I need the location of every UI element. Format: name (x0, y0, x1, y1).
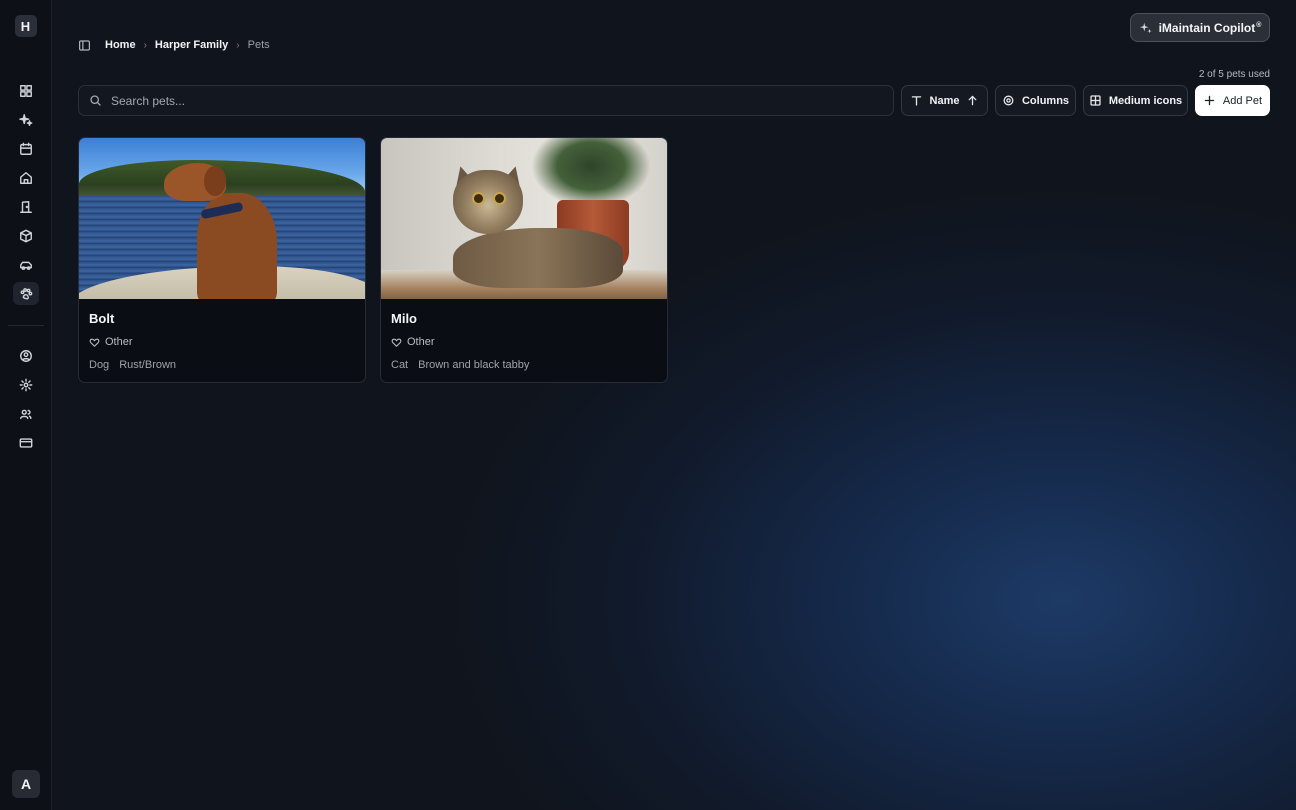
pet-card[interactable]: Bolt Other Dog Rust/Brown (78, 137, 366, 383)
pet-card-body: Milo Other Cat Brown and black tabby (381, 299, 667, 382)
pet-name: Bolt (89, 311, 115, 326)
pet-name: Milo (391, 311, 417, 326)
sidebar: H A (0, 0, 52, 810)
sidebar-toggle-button[interactable] (78, 39, 91, 52)
pet-relation: Other (89, 336, 355, 348)
search-box (78, 85, 894, 116)
sparkles-icon (1139, 22, 1152, 33)
sidebar-item-vehicles[interactable] (13, 253, 39, 276)
view-mode-button[interactable]: Medium icons (1083, 85, 1188, 116)
plus-icon (1204, 95, 1215, 106)
pet-meta: Cat Brown and black tabby (391, 359, 657, 371)
sidebar-item-settings[interactable] (13, 373, 39, 396)
car-icon (19, 261, 32, 270)
pet-species: Dog (89, 359, 110, 371)
copilot-button[interactable]: iMaintain Copilot® (1130, 13, 1270, 42)
sidebar-divider (7, 325, 44, 326)
app-logo[interactable]: H (14, 15, 37, 37)
pet-relation: Other (391, 336, 657, 348)
dashboard-grid-icon (19, 84, 32, 97)
pet-card[interactable]: Milo Other Cat Brown and black tabby (380, 137, 668, 383)
sidebar-item-billing[interactable] (13, 431, 39, 454)
box-icon (19, 229, 32, 242)
sidebar-item-copilot[interactable] (13, 108, 39, 131)
chevron-right-icon: › (143, 39, 147, 51)
pet-species: Cat (391, 359, 409, 371)
pet-color: Rust/Brown (119, 359, 177, 371)
add-pet-button[interactable]: Add Pet (1195, 85, 1270, 116)
search-input[interactable] (111, 93, 893, 108)
home-icon (19, 171, 32, 184)
user-avatar[interactable]: A (12, 770, 40, 798)
paw-icon (20, 287, 32, 300)
calendar-icon (19, 142, 32, 155)
chevron-right-icon: › (236, 39, 240, 51)
sidebar-item-members[interactable] (13, 402, 39, 425)
sidebar-item-rooms[interactable] (13, 195, 39, 218)
arrow-up-icon (969, 95, 977, 106)
breadcrumb: Home › Harper Family › Pets (78, 38, 270, 52)
heart-icon (391, 338, 402, 347)
door-icon (19, 200, 32, 213)
credit-card-icon (19, 437, 32, 448)
sort-by-name-button[interactable]: Name (901, 85, 988, 116)
pet-photo-cat (381, 138, 667, 299)
pet-card-body: Bolt Other Dog Rust/Brown (79, 299, 365, 382)
pet-photo-dog (79, 138, 365, 299)
sidebar-item-profile[interactable] (13, 344, 39, 367)
panel-left-icon (79, 39, 90, 51)
pet-meta: Dog Rust/Brown (89, 359, 355, 371)
users-icon (19, 409, 32, 419)
sidebar-item-calendar[interactable] (13, 137, 39, 160)
columns-button[interactable]: Columns (995, 85, 1076, 116)
sidebar-secondary-nav (13, 344, 39, 454)
sparkles-icon (18, 113, 32, 126)
sidebar-item-home[interactable] (13, 166, 39, 189)
breadcrumb-family[interactable]: Harper Family (155, 39, 228, 51)
gear-icon (1003, 95, 1014, 106)
copilot-label: iMaintain Copilot® (1158, 20, 1262, 35)
grid-icon (1090, 95, 1101, 106)
user-circle-icon (19, 349, 32, 362)
breadcrumb-current: Pets (247, 39, 270, 51)
sidebar-item-items[interactable] (13, 224, 39, 247)
sidebar-primary-nav (12, 79, 39, 305)
search-icon (90, 95, 101, 106)
pet-usage-count: 2 of 5 pets used (1198, 69, 1270, 80)
heart-icon (89, 338, 100, 347)
gear-icon (19, 378, 32, 391)
pet-color: Brown and black tabby (418, 359, 530, 371)
sidebar-item-dashboard[interactable] (13, 79, 39, 102)
sidebar-item-pets[interactable] (12, 282, 39, 305)
type-text-icon (911, 96, 921, 106)
breadcrumb-home[interactable]: Home (105, 39, 136, 51)
